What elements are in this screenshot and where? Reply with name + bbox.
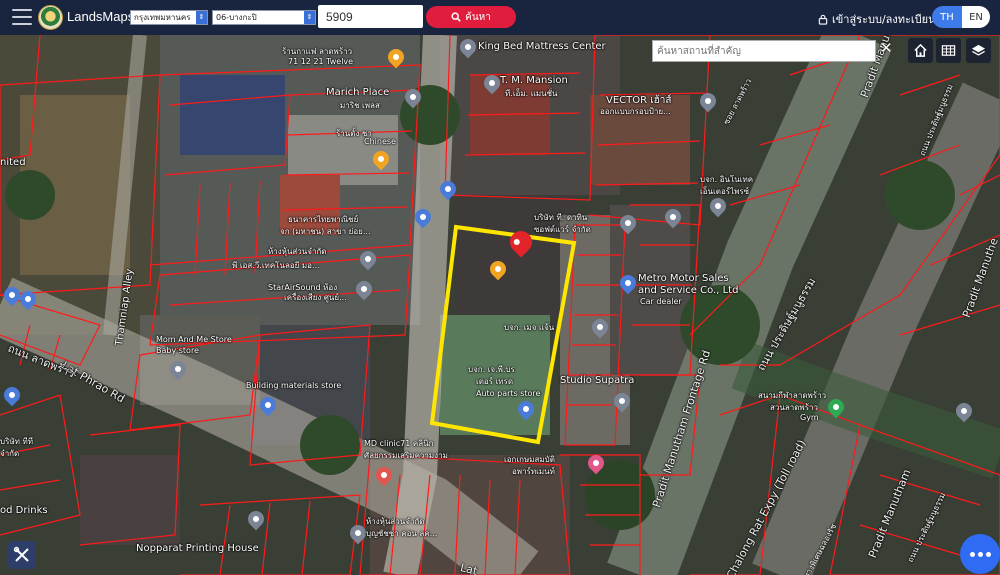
map-label: Marich Place [326,87,390,98]
map-label: ที.เอ็ม. แมนชั่น [505,89,558,98]
poi-search-input[interactable] [652,40,876,62]
district-value: 06-บางกะปิ [216,13,257,22]
map-label: บุญชัชชา คอน ลค... [366,529,438,538]
map-label: nited [0,157,26,168]
tools-button[interactable] [8,541,36,569]
map-label: Auto parts store [476,389,541,398]
tools-icon [13,546,29,562]
grid-button[interactable] [936,38,961,63]
home-icon [914,43,927,57]
login-label: เข้าสู่ระบบ/ลงทะเบียน [832,13,936,26]
map-label: อพาร์ทเมนท์ [512,467,555,476]
map-label: จก (มหาชน) สาขา ย่อย... [280,227,371,236]
layers-icon [971,44,986,56]
layers-button[interactable] [966,38,991,63]
map-label: มาริช เพลส [340,101,380,110]
district-select[interactable]: 06-บางกะปิ ⇕ [212,10,316,25]
province-select[interactable]: กรุงเทพมหานคร ⇕ [130,10,208,25]
map-label: Studio Supatra [560,375,635,386]
map-label: ออกแบบกรอบป้าย... [600,107,671,116]
top-bar: LandsMaps กรุงเทพมหานคร ⇕ 06-บางกะปิ ⇕ ค… [0,0,1000,35]
map-label: Mom And Me Store [156,335,232,344]
map-label: Baby store [156,346,199,355]
province-value: กรุงเทพมหานคร [134,13,191,22]
map-label: and Service Co., Ltd [638,285,739,296]
map-label: บจก. เมจ แจ้น [504,323,555,332]
chat-icon[interactable] [960,534,1000,574]
app-name: LandsMaps [67,9,135,24]
map-label: Gym [800,413,819,422]
map-label: 71 12 21 Twelve [288,57,354,66]
chevron-down-icon: ⇕ [304,11,315,24]
map-label: Nopparat Printing House [136,543,259,554]
grid-icon [941,45,956,56]
lang-th-button[interactable]: TH [932,6,962,28]
map-label: เตอร์ เทรด [476,377,514,386]
map-label: Metro Motor Sales [638,273,729,284]
map-label: King Bed Mattress Center [478,41,606,52]
map-label: ศัลยกรรมเสริมความงาม [364,451,448,460]
app-logo [38,5,63,30]
search-button[interactable]: ค้นหา [426,6,516,28]
map-label: เครื่องเสียง ศูนย์... [284,293,347,302]
map-label: Chinese [364,137,396,146]
map-label: ซอฟต์แวร์ จำกัด [534,225,591,234]
lock-icon [818,14,828,25]
chevron-down-icon: ⇕ [196,11,207,24]
close-icon[interactable]: ✕ [880,39,893,57]
map-label: T. M. Mansion [500,75,568,86]
satellite-map [0,35,1000,575]
hamburger-icon[interactable] [12,9,32,25]
login-link[interactable]: เข้าสู่ระบบ/ลงทะเบียน [818,10,936,28]
map-label: เอ็นเตอร์ไพรซ์ [700,187,750,196]
map-label: พี เอส.วี.เทคโนลอยี มอ... [232,261,320,270]
map-label: od Drinks [0,505,48,516]
map-label: ห้างหุ้นส่วนจำกัด [268,247,327,256]
language-toggle: TH EN [932,6,990,28]
parcel-number-input[interactable] [318,5,423,28]
map-label: Building materials store [246,381,342,390]
map-label: จำกัด [0,449,20,458]
map-canvas[interactable]: King Bed Mattress Center ร้านกาแฟ ลาดพร้… [0,35,1000,575]
search-icon [451,12,461,22]
lang-en-button[interactable]: EN [962,6,990,28]
search-button-label: ค้นหา [465,11,491,23]
map-label: Car dealer [640,297,682,306]
home-button[interactable] [908,38,933,63]
